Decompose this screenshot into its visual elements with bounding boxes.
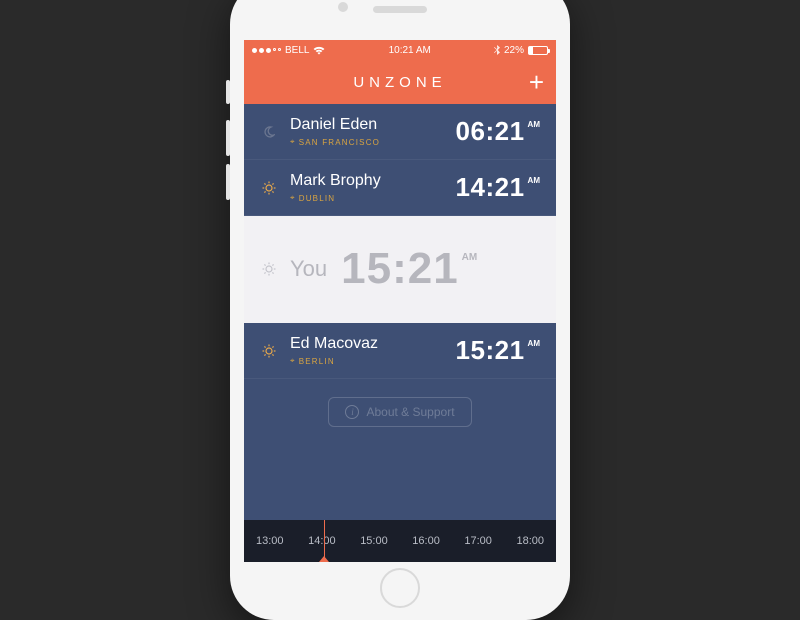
sun-icon xyxy=(258,344,280,358)
about-label: About & Support xyxy=(366,405,454,419)
contact-row[interactable]: Ed Macovaz ⌖ BERLIN 15:21 AM xyxy=(244,323,556,379)
contact-ampm: AM xyxy=(528,339,540,348)
statusbar-time: 10:21 AM xyxy=(389,45,431,56)
timeline-scrubber[interactable]: 13:00 14:00 15:00 16:00 17:00 18:00 xyxy=(244,520,556,562)
battery-percentage: 22% xyxy=(504,45,524,56)
contact-name: Ed Macovaz xyxy=(290,335,456,353)
contact-name: Daniel Eden xyxy=(290,116,456,134)
timeline-tick: 15:00 xyxy=(360,535,388,547)
contact-time: 06:21 xyxy=(456,116,525,147)
status-bar: BELL 10:21 AM 22% xyxy=(244,40,556,60)
add-button[interactable]: + xyxy=(529,69,544,95)
contact-time: 14:21 xyxy=(456,172,525,203)
app-header: UNZONE + xyxy=(244,60,556,104)
pin-icon: ⌖ xyxy=(290,137,296,147)
timeline-tick: 13:00 xyxy=(256,535,284,547)
app-title: UNZONE xyxy=(353,74,446,91)
you-row[interactable]: You 15:21 AM xyxy=(244,216,556,323)
sun-icon xyxy=(258,181,280,195)
contact-location: ⌖ DUBLIN xyxy=(290,193,456,203)
phone-side-button xyxy=(226,120,230,156)
bluetooth-icon xyxy=(494,45,500,55)
wifi-icon xyxy=(313,46,325,55)
info-icon: i xyxy=(345,405,359,419)
signal-strength-icon xyxy=(252,48,281,53)
moon-icon xyxy=(258,126,280,138)
screen: BELL 10:21 AM 22% UNZONE + Daniel Eden xyxy=(244,40,556,562)
phone-home-button xyxy=(380,568,420,608)
contact-ampm: AM xyxy=(528,120,540,129)
pin-icon: ⌖ xyxy=(290,356,296,366)
contact-name: Mark Brophy xyxy=(290,172,456,190)
phone-side-button xyxy=(226,164,230,200)
contact-location: ⌖ SAN FRANCISCO xyxy=(290,137,456,147)
pin-icon: ⌖ xyxy=(290,193,296,203)
phone-frame: BELL 10:21 AM 22% UNZONE + Daniel Eden xyxy=(230,0,570,620)
contact-row[interactable]: Mark Brophy ⌖ DUBLIN 14:21 AM xyxy=(244,160,556,216)
you-time: 15:21 xyxy=(341,244,459,294)
you-ampm: AM xyxy=(462,252,478,263)
timeline-tick: 17:00 xyxy=(464,535,492,547)
timeline-tick: 16:00 xyxy=(412,535,440,547)
contact-location: ⌖ BERLIN xyxy=(290,356,456,366)
contact-row[interactable]: Daniel Eden ⌖ SAN FRANCISCO 06:21 AM xyxy=(244,104,556,160)
contact-time: 15:21 xyxy=(456,335,525,366)
contact-ampm: AM xyxy=(528,176,540,185)
phone-side-button xyxy=(226,80,230,104)
sun-icon xyxy=(258,262,280,276)
battery-icon xyxy=(528,46,548,55)
timeline-tick: 18:00 xyxy=(516,535,544,547)
you-label: You xyxy=(290,256,327,282)
timeline-tick: 14:00 xyxy=(308,535,336,547)
about-support-button[interactable]: i About & Support xyxy=(328,397,471,427)
carrier-label: BELL xyxy=(285,45,309,56)
contact-list: Daniel Eden ⌖ SAN FRANCISCO 06:21 AM Mar… xyxy=(244,104,556,520)
